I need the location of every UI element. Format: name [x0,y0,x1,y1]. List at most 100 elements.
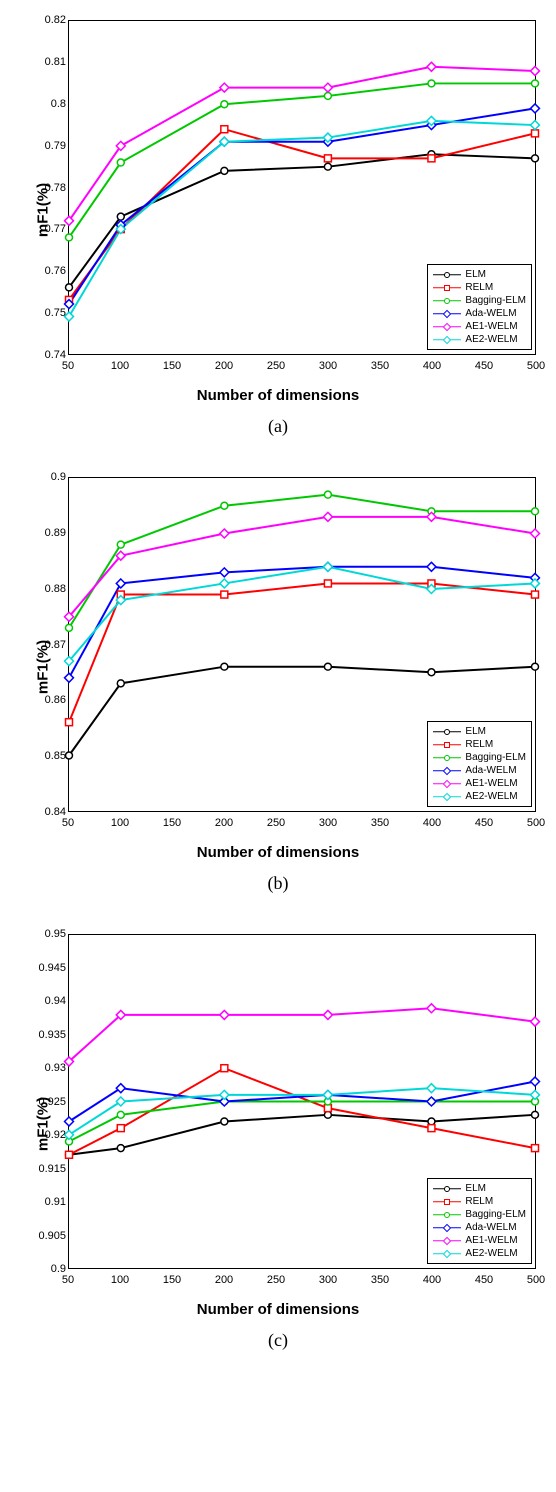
y-tick: 0.86 [45,694,66,706]
legend-label: Bagging-ELM [465,751,526,764]
y-tick: 0.79 [45,140,66,152]
x-tick: 100 [111,817,129,829]
chart-frame: 0.90.9050.910.9150.920.9250.930.9350.940… [10,924,546,1324]
subplot-label: (a) [10,410,546,453]
legend-label: AE1-WELM [465,320,517,333]
legend-label: RELM [465,281,493,294]
x-tick: 450 [475,817,493,829]
y-tick: 0.91 [45,1196,66,1208]
legend-label: AE2-WELM [465,333,517,346]
legend-item: AE2-WELM [433,1247,526,1260]
y-tick: 0.76 [45,265,66,277]
legend-swatch [433,792,461,802]
legend: ELM RELM Bagging-ELM Ada-WELM AE1-WELM [427,264,532,350]
legend-item: RELM [433,281,526,294]
chart-frame: 0.840.850.860.870.880.890.9 501001502002… [10,467,546,867]
legend-swatch [433,1236,461,1246]
legend-item: ELM [433,725,526,738]
x-tick: 100 [111,1274,129,1286]
legend-item: RELM [433,738,526,751]
subplot-label: (c) [10,1324,546,1367]
x-tick: 250 [267,1274,285,1286]
legend-item: Bagging-ELM [433,751,526,764]
legend-swatch [433,283,461,293]
x-tick: 500 [527,1274,545,1286]
legend-swatch [433,322,461,332]
y-tick: 0.93 [45,1062,66,1074]
legend-swatch [433,779,461,789]
legend-label: AE1-WELM [465,1234,517,1247]
x-tick: 50 [62,1274,74,1286]
legend-swatch [433,753,461,763]
x-axis-label: Number of dimensions [197,1301,360,1318]
x-tick: 300 [319,1274,337,1286]
x-tick: 450 [475,360,493,372]
x-tick: 450 [475,1274,493,1286]
legend-item: Bagging-ELM [433,294,526,307]
legend-swatch [433,1223,461,1233]
y-tick: 0.88 [45,583,66,595]
x-tick: 150 [163,1274,181,1286]
y-tick: 0.935 [38,1029,66,1041]
legend-label: Ada-WELM [465,764,516,777]
y-tick: 0.8 [51,98,66,110]
legend-swatch [433,309,461,319]
x-tick: 250 [267,817,285,829]
legend-label: Ada-WELM [465,307,516,320]
x-tick: 400 [423,360,441,372]
x-axis-label: Number of dimensions [197,844,360,861]
legend: ELM RELM Bagging-ELM Ada-WELM AE1-WELM [427,721,532,807]
y-axis-label: mF1(%) [35,183,52,237]
legend-swatch [433,1197,461,1207]
x-tick: 400 [423,1274,441,1286]
legend-item: Bagging-ELM [433,1208,526,1221]
x-tick: 100 [111,360,129,372]
figure-container: 0.740.750.760.770.780.790.80.810.82 5010… [0,0,556,1371]
x-tick: 300 [319,817,337,829]
x-tick: 200 [215,360,233,372]
x-axis-label: Number of dimensions [197,387,360,404]
legend-item: ELM [433,268,526,281]
y-axis-label: mF1(%) [35,640,52,694]
x-tick: 50 [62,360,74,372]
legend-label: ELM [465,725,486,738]
chart-panel: 0.740.750.760.770.780.790.80.810.82 5010… [0,0,556,457]
legend-item: Ada-WELM [433,764,526,777]
legend-item: Ada-WELM [433,307,526,320]
legend-label: Bagging-ELM [465,1208,526,1221]
x-tick: 150 [163,817,181,829]
y-tick: 0.905 [38,1230,66,1242]
y-tick: 0.95 [45,928,66,940]
legend-item: Ada-WELM [433,1221,526,1234]
legend-label: RELM [465,1195,493,1208]
legend-label: Ada-WELM [465,1221,516,1234]
x-tick: 350 [371,1274,389,1286]
y-tick: 0.81 [45,56,66,68]
x-tick: 150 [163,360,181,372]
legend-item: ELM [433,1182,526,1195]
legend-swatch [433,335,461,345]
y-tick: 0.85 [45,750,66,762]
x-tick: 350 [371,817,389,829]
chart-panel: 0.90.9050.910.9150.920.9250.930.9350.940… [0,914,556,1371]
y-tick: 0.915 [38,1163,66,1175]
y-tick: 0.75 [45,307,66,319]
x-tick: 350 [371,360,389,372]
legend-label: Bagging-ELM [465,294,526,307]
legend-item: AE1-WELM [433,320,526,333]
x-tick: 50 [62,817,74,829]
legend-swatch [433,1210,461,1220]
legend-swatch [433,727,461,737]
y-tick: 0.82 [45,14,66,26]
y-axis-label: mF1(%) [35,1097,52,1151]
legend-swatch [433,766,461,776]
legend-item: RELM [433,1195,526,1208]
legend-item: AE2-WELM [433,790,526,803]
legend-label: ELM [465,268,486,281]
legend: ELM RELM Bagging-ELM Ada-WELM AE1-WELM [427,1178,532,1264]
x-tick: 250 [267,360,285,372]
y-tick: 0.94 [45,995,66,1007]
chart-panel: 0.840.850.860.870.880.890.9 501001502002… [0,457,556,914]
x-tick: 500 [527,360,545,372]
chart-frame: 0.740.750.760.770.780.790.80.810.82 5010… [10,10,546,410]
